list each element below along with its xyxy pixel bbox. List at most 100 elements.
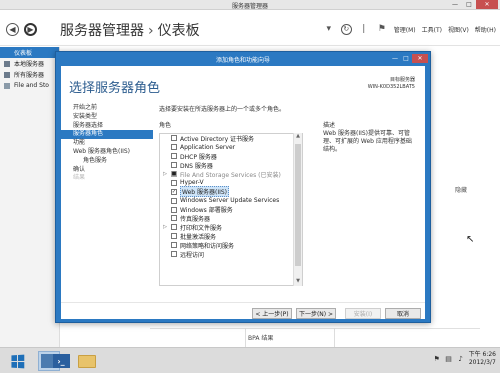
forward-button[interactable]: ▶ xyxy=(24,23,37,36)
taskbar-powershell[interactable]: ›_ xyxy=(50,351,72,371)
sidebar-item-label: 仪表板 xyxy=(14,50,33,57)
menu-tools[interactable]: 工具(T) xyxy=(422,25,442,34)
list-item[interactable]: ▷ ■ File And Storage Services (已安装) xyxy=(160,170,302,179)
checkbox[interactable] xyxy=(171,153,177,160)
dialog-maximize-button[interactable]: □ xyxy=(401,54,411,63)
sidebar-item-file-storage[interactable]: File and Sto xyxy=(0,80,59,91)
previous-button[interactable]: < 上一步(P) xyxy=(252,308,292,319)
scroll-up-icon[interactable]: ▲ xyxy=(294,133,302,141)
checkbox[interactable] xyxy=(171,206,177,213)
start-button[interactable] xyxy=(6,351,28,371)
step-server-roles[interactable]: 服务器角色 xyxy=(61,130,153,140)
dialog-close-button[interactable]: ✕ xyxy=(412,54,428,63)
checkbox[interactable] xyxy=(171,179,177,186)
sidebar-item-all-servers[interactable]: 所有服务器 xyxy=(0,69,59,80)
minimize-button[interactable]: — xyxy=(448,0,462,9)
role-label: 远程访问 xyxy=(180,251,205,259)
checkbox[interactable] xyxy=(171,162,177,169)
dropdown-chevron-icon[interactable]: ▾ xyxy=(323,23,335,35)
target-server-label: 目标服务器 xyxy=(389,77,415,83)
list-item[interactable]: Application Server xyxy=(160,143,302,152)
sidebar-item-dashboard[interactable]: 仪表板 xyxy=(0,47,59,58)
refresh-icon[interactable]: ↻ xyxy=(340,23,352,35)
checkbox[interactable] xyxy=(171,224,177,231)
scroll-thumb[interactable] xyxy=(295,144,301,266)
dialog-controls: — □ ✕ xyxy=(390,54,428,63)
sidebar-item-local-server[interactable]: 本地服务器 xyxy=(0,58,59,69)
flag-tray-icon[interactable]: ⚑ xyxy=(433,355,441,363)
windows-logo-icon xyxy=(10,354,24,368)
list-item[interactable]: Windows 部署服务 xyxy=(160,205,302,214)
menu-manage[interactable]: 管理(M) xyxy=(394,25,416,34)
page-title: 选择服务器角色 xyxy=(69,81,161,96)
sidebar-item-label: 本地服务器 xyxy=(14,61,45,68)
nav-menu: ▾ ↻ | ⚑ 管理(M) 工具(T) 视图(V) 帮助(H) xyxy=(323,23,496,35)
hide-link[interactable]: 隐藏 xyxy=(455,185,467,194)
list-item[interactable]: DHCP 服务器 xyxy=(160,152,302,161)
list-item[interactable]: 远程访问 xyxy=(160,250,302,259)
bpa-results-link[interactable]: BPA 结果 xyxy=(248,333,273,342)
step-role-services[interactable]: 角色服务 xyxy=(61,157,153,166)
list-item[interactable]: 传真服务器 xyxy=(160,214,302,223)
list-item[interactable]: 批量激活服务 xyxy=(160,232,302,241)
back-button[interactable]: ◀ xyxy=(6,23,19,36)
window-titlebar: 服务器管理器 — □ ✕ xyxy=(0,0,500,10)
wizard-steps: 开始之前 安装类型 服务器选择 服务器角色 功能 Web 服务器角色(IIS) … xyxy=(61,104,153,183)
role-description: Web 服务器(IIS)提供可靠、可管理、可扩展的 Web 应用程序基础结构。 xyxy=(323,130,412,153)
menu-help[interactable]: 帮助(H) xyxy=(475,25,496,34)
breadcrumb-separator: › xyxy=(148,23,154,39)
step-features[interactable]: 功能 xyxy=(61,139,153,148)
role-label: Windows 部署服务 xyxy=(180,207,233,215)
step-installation-type[interactable]: 安装类型 xyxy=(61,113,153,122)
menu-view[interactable]: 视图(V) xyxy=(448,25,469,34)
list-item[interactable]: Windows Server Update Services xyxy=(160,196,302,205)
list-item[interactable]: Active Directory 证书服务 xyxy=(160,134,302,143)
roles-scrollbar[interactable]: ▲ ▼ xyxy=(293,133,302,286)
checkbox[interactable] xyxy=(171,135,177,142)
taskbar-file-explorer[interactable] xyxy=(76,351,98,371)
clock[interactable]: 下午 6:26 2012/3/7 xyxy=(469,351,496,367)
taskbar: ›_ ⚑ ▤ ♪ 下午 6:26 2012/3/7 xyxy=(0,347,500,373)
target-server-info: 目标服务器 WIN-K0D352LBAT5 xyxy=(368,77,415,91)
volume-icon[interactable]: ♪ xyxy=(457,355,465,363)
breadcrumb-app[interactable]: 服务器管理器 xyxy=(60,23,144,39)
window-controls: — □ ✕ xyxy=(448,0,498,10)
dialog-body: 选择服务器角色 目标服务器 WIN-K0D352LBAT5 开始之前 安装类型 … xyxy=(61,66,425,319)
list-item[interactable]: 网络策略和访问服务 xyxy=(160,241,302,250)
list-item[interactable]: ▷ 打印和文件服务 xyxy=(160,223,302,232)
clock-date: 2012/3/7 xyxy=(468,359,496,366)
cancel-button[interactable]: 取消 xyxy=(385,308,421,319)
target-server-value: WIN-K0D352LBAT5 xyxy=(367,84,415,90)
scroll-down-icon[interactable]: ▼ xyxy=(294,278,302,286)
step-results: 结果 xyxy=(73,174,86,182)
list-item[interactable]: DNS 服务器 xyxy=(160,161,302,170)
checkbox[interactable] xyxy=(171,233,177,240)
clock-time: 下午 6:26 xyxy=(468,351,496,358)
role-label: DHCP 服务器 xyxy=(180,153,217,161)
checkbox-checked[interactable]: ✓ xyxy=(171,188,177,195)
sidebar-item-label: File and Sto xyxy=(14,82,49,89)
checkbox[interactable] xyxy=(171,197,177,204)
list-item[interactable]: ✓ Web 服务器(IIS) xyxy=(160,186,302,198)
checkbox[interactable] xyxy=(171,144,177,151)
sidebar-item-label: 所有服务器 xyxy=(14,72,45,79)
checkbox[interactable] xyxy=(171,251,177,258)
checkbox: ■ xyxy=(171,171,177,177)
dialog-minimize-button[interactable]: — xyxy=(390,54,400,63)
next-button[interactable]: 下一步(N) > xyxy=(296,308,336,319)
step-web-server-role[interactable]: Web 服务器角色(IIS) xyxy=(61,148,153,157)
forward-arrow-icon: ▶ xyxy=(27,25,34,34)
expand-chevron-icon[interactable]: ▷ xyxy=(162,171,168,177)
powershell-icon: ›_ xyxy=(52,354,70,368)
roles-header: 角色 xyxy=(159,122,172,129)
close-button[interactable]: ✕ xyxy=(476,0,498,9)
notifications-flag-icon[interactable]: ⚑ xyxy=(376,23,388,35)
mouse-cursor-icon: ↖ xyxy=(466,234,475,245)
step-before-you-begin[interactable]: 开始之前 xyxy=(61,104,153,113)
role-label: 批量激活服务 xyxy=(180,233,217,241)
checkbox[interactable] xyxy=(171,242,177,249)
maximize-button[interactable]: □ xyxy=(462,0,476,9)
network-icon[interactable]: ▤ xyxy=(445,355,453,363)
expand-chevron-icon[interactable]: ▷ xyxy=(162,224,168,230)
checkbox[interactable] xyxy=(171,215,177,222)
